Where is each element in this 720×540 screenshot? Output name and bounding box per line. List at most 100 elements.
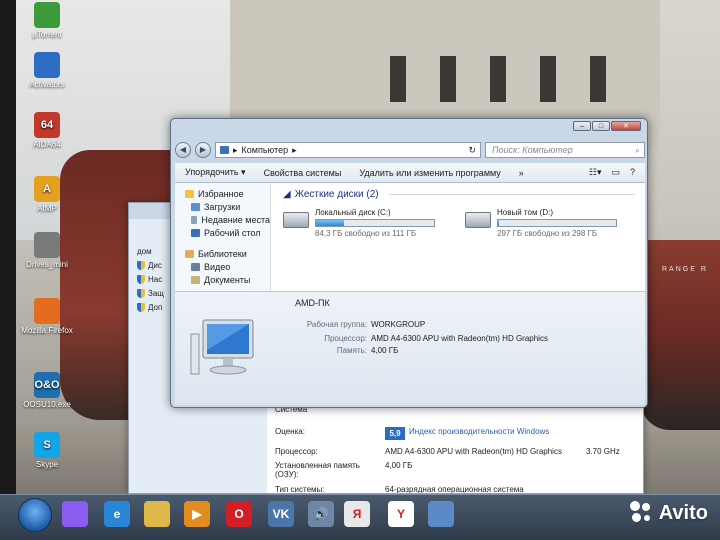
desktop-shortcut-label: OOSU10.exe bbox=[23, 400, 71, 409]
shield-icon bbox=[137, 261, 145, 270]
drive-free-space: 84,3 ГБ свободно из 111 ГБ bbox=[315, 229, 417, 238]
search-icon: ⌕ bbox=[634, 144, 640, 155]
drive-usage-bar bbox=[315, 219, 435, 227]
desktop-icon bbox=[191, 228, 200, 237]
desktop-shortcut-label: µTorrent bbox=[32, 30, 62, 39]
taskbar: e ▶ O VK 🔊 Я Y Avito bbox=[0, 494, 720, 540]
side-item-label: Нас bbox=[148, 275, 163, 284]
drives-icon bbox=[34, 232, 60, 258]
avito-watermark: Avito bbox=[629, 501, 708, 525]
side-item-label: Дис bbox=[148, 261, 162, 270]
yandex-icon[interactable]: Я bbox=[344, 501, 370, 527]
documents-icon bbox=[191, 275, 200, 284]
back-button[interactable]: ◀ bbox=[175, 142, 191, 158]
desktop-shortcut[interactable]: µTorrent bbox=[20, 2, 74, 39]
volume-icon[interactable]: 🔊 bbox=[308, 501, 334, 527]
firefox-icon bbox=[34, 298, 60, 324]
memory-label: Память: bbox=[336, 346, 367, 355]
desktop-shortcut[interactable]: O&O OOSU10.exe bbox=[20, 372, 74, 409]
yandex-browser-icon[interactable]: Y bbox=[388, 501, 414, 527]
collapse-arrow-icon[interactable]: ◢ bbox=[283, 189, 291, 200]
nav-desktop[interactable]: Рабочий стол bbox=[185, 226, 270, 239]
drive-c[interactable]: Локальный диск (C:) 84,3 ГБ свободно из … bbox=[283, 208, 435, 238]
computer-explorer-window[interactable]: – □ ✕ ◀ ▶ ▸ Компьютер ▸ ↻ Поиск: Компьют… bbox=[170, 118, 648, 408]
cpu-label: Процессор: bbox=[275, 447, 318, 456]
processor-row: Процессор: AMD A4-6300 APU with Radeon(tm… bbox=[275, 334, 548, 343]
nav-downloads[interactable]: Загрузки bbox=[185, 200, 270, 213]
cpu-speed: 3.70 GHz bbox=[585, 447, 620, 456]
drive-name: Локальный диск (C:) bbox=[315, 208, 391, 217]
command-bar: Упорядочить ▾ Свойства системы Удалить и… bbox=[175, 163, 645, 183]
breadcrumb-computer[interactable]: Компьютер bbox=[242, 145, 289, 155]
search-placeholder: Поиск: Компьютер bbox=[492, 145, 573, 155]
help-icon[interactable]: ? bbox=[630, 167, 635, 178]
more-commands-button[interactable]: » bbox=[519, 168, 524, 178]
screen-bezel bbox=[0, 0, 16, 540]
building-window bbox=[390, 56, 406, 102]
desktop-shortcut[interactable]: Activators bbox=[20, 52, 74, 89]
desktop-shortcut[interactable]: A AIMP bbox=[20, 176, 74, 213]
nav-recent-places[interactable]: Недавние места bbox=[185, 213, 270, 226]
navigation-pane: Избранное Загрузки Недавние места Рабочи… bbox=[175, 183, 271, 291]
computer-icon bbox=[220, 146, 229, 154]
side-item-label: Защ bbox=[148, 289, 164, 298]
nav-libraries[interactable]: Библиотеки bbox=[185, 247, 270, 260]
view-options-icon[interactable]: ☷▾ bbox=[589, 167, 602, 178]
organize-button[interactable]: Упорядочить ▾ bbox=[185, 167, 246, 178]
skype-icon: S bbox=[34, 432, 60, 458]
side-item-label: Доп bbox=[148, 303, 163, 312]
computer-monitor-icon bbox=[190, 319, 254, 375]
ram-label: Установленная память (ОЗУ): bbox=[275, 461, 360, 479]
desktop-shortcut[interactable]: Drives_mini bbox=[20, 232, 74, 269]
performance-index-link[interactable]: Индекс производительности Windows bbox=[409, 427, 549, 440]
system-properties-button[interactable]: Свойства системы bbox=[264, 168, 342, 178]
preview-pane-icon[interactable]: ▭ bbox=[611, 167, 620, 178]
address-bar[interactable]: ▸ Компьютер ▸ ↻ bbox=[215, 142, 481, 158]
forward-button[interactable]: ▶ bbox=[195, 142, 211, 158]
nav-video[interactable]: Видео bbox=[185, 260, 270, 273]
uninstall-program-button[interactable]: Удалить или изменить программу bbox=[359, 168, 500, 178]
building-window bbox=[490, 56, 506, 102]
building-window bbox=[540, 56, 556, 102]
hard-drives-group-header[interactable]: ◢ Жесткие диски (2) bbox=[283, 189, 635, 200]
drive-d[interactable]: Новый том (D:) 297 ГБ свободно из 298 ГБ bbox=[465, 208, 617, 238]
performance-index-badge[interactable]: 5,9 bbox=[385, 427, 405, 440]
ram-value: 4,00 ГБ bbox=[385, 461, 413, 470]
internet-explorer-icon[interactable]: e bbox=[104, 501, 130, 527]
system-icon[interactable] bbox=[428, 501, 454, 527]
search-input[interactable]: Поиск: Компьютер ⌕ bbox=[485, 142, 645, 158]
nav-label: Видео bbox=[204, 261, 231, 272]
vk-icon[interactable]: VK bbox=[268, 501, 294, 527]
desktop-shortcut-label: Mozilla Firefox bbox=[21, 326, 73, 335]
desktop-shortcut-label: Skype bbox=[35, 460, 59, 469]
desktop-shortcut[interactable]: S Skype bbox=[20, 432, 74, 469]
nav-favorites[interactable]: Избранное bbox=[185, 187, 270, 200]
activators-icon bbox=[34, 52, 60, 78]
libraries-icon bbox=[185, 249, 194, 258]
alice-icon[interactable] bbox=[62, 501, 88, 527]
refresh-icon[interactable]: ↻ bbox=[468, 145, 480, 156]
desktop-shortcut-label: Activators bbox=[29, 80, 65, 89]
desktop-shortcut[interactable]: 64 AIDA64 bbox=[20, 112, 74, 149]
maximize-button[interactable]: □ bbox=[592, 121, 610, 131]
view-controls: ☷▾ ▭ ? bbox=[589, 167, 645, 178]
aimp-icon: A bbox=[34, 176, 60, 202]
explorer-folder-icon[interactable] bbox=[144, 501, 170, 527]
media-player-icon[interactable]: ▶ bbox=[184, 501, 210, 527]
desktop-shortcut-label: AIDA64 bbox=[33, 140, 61, 149]
nav-documents[interactable]: Документы bbox=[185, 273, 270, 286]
close-button[interactable]: ✕ bbox=[611, 121, 641, 131]
cpu-row: Процессор: AMD A4-6300 APU with Radeon(t… bbox=[275, 447, 620, 456]
workgroup-value: WORKGROUP bbox=[371, 320, 426, 329]
windows-start-icon[interactable] bbox=[18, 498, 52, 532]
opera-icon[interactable]: O bbox=[226, 501, 252, 527]
breadcrumb-arrow-icon[interactable]: ▸ bbox=[292, 145, 297, 156]
shield-icon bbox=[137, 275, 145, 284]
hard-drive-icon bbox=[465, 212, 491, 228]
system-type-value: 64-разрядная операционная система bbox=[385, 485, 524, 494]
ram-row: Установленная память (ОЗУ): 4,00 ГБ bbox=[275, 461, 412, 479]
desktop-shortcut[interactable]: Mozilla Firefox bbox=[20, 298, 74, 335]
shield-icon bbox=[137, 289, 145, 298]
minimize-button[interactable]: – bbox=[573, 121, 591, 131]
address-row: ◀ ▶ ▸ Компьютер ▸ ↻ Поиск: Компьютер ⌕ bbox=[175, 141, 645, 159]
